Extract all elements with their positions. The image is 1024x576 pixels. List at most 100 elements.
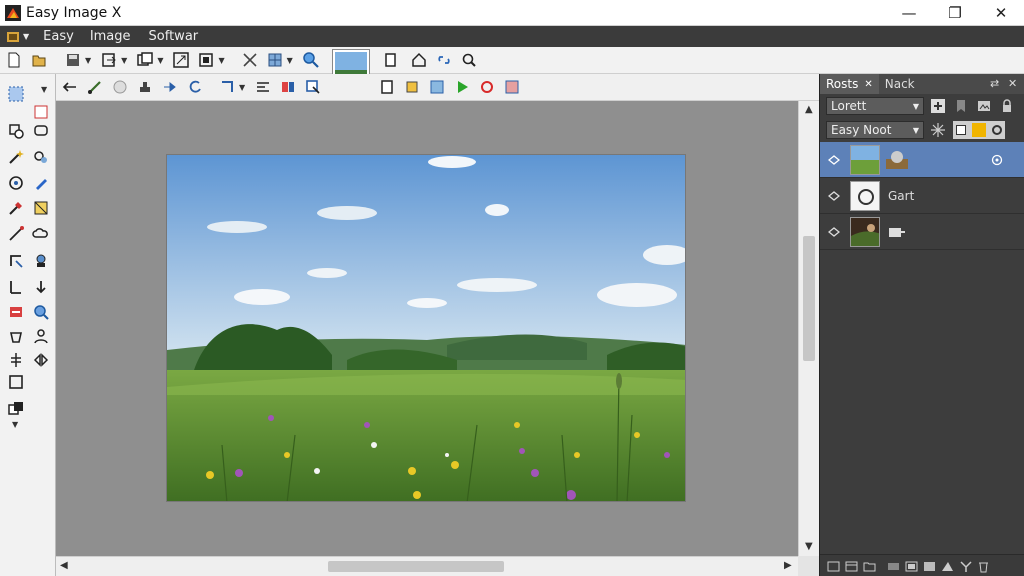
stamp-icon[interactable] [134, 76, 156, 98]
cut-icon[interactable] [239, 49, 261, 71]
settings-icon[interactable] [501, 76, 523, 98]
bucket-icon[interactable] [5, 325, 27, 347]
visibility-eye-icon[interactable] [828, 154, 840, 166]
scroll-right-icon[interactable]: ▶ [784, 560, 792, 571]
new-group-icon[interactable] [826, 559, 841, 573]
circle-shape-icon[interactable] [109, 76, 131, 98]
rectangle-tool-icon[interactable] [5, 371, 27, 393]
transform-tool-icon[interactable] [5, 250, 27, 272]
image-canvas-area[interactable] [56, 101, 798, 556]
brush-icon[interactable] [84, 76, 106, 98]
tab-rosts[interactable]: Rosts ✕ [820, 74, 879, 94]
add-layer-icon[interactable] [929, 97, 947, 115]
speech-bubble-icon[interactable] [30, 120, 52, 142]
adjust-icon[interactable] [5, 349, 27, 371]
blend-mode-dropdown[interactable]: Lorett ▼ [826, 97, 924, 115]
copy-icon[interactable] [380, 49, 402, 71]
app-menu-icon[interactable] [6, 30, 20, 44]
layer-effects-icon[interactable] [975, 97, 993, 115]
export-dropdown-icon[interactable]: ▼ [121, 56, 127, 65]
layer-row[interactable] [820, 214, 1024, 250]
heal-icon[interactable] [5, 301, 27, 323]
layer-fx-icon[interactable] [886, 223, 906, 241]
marquee-select-icon[interactable] [5, 83, 27, 105]
bookmark-icon[interactable] [952, 97, 970, 115]
zoom-tool-icon[interactable] [30, 301, 52, 323]
close-button[interactable]: ✕ [978, 0, 1024, 26]
open-file-icon[interactable] [28, 49, 50, 71]
minimize-button[interactable]: — [886, 0, 932, 26]
shape-tool-icon[interactable] [5, 172, 27, 194]
duplicate-dropdown-icon[interactable]: ▼ [157, 56, 163, 65]
app-menu-caret-icon[interactable]: ▼ [23, 32, 29, 41]
marquee-dropdown-icon[interactable]: ▼ [41, 85, 47, 94]
crop-icon[interactable] [195, 49, 217, 71]
crop-tool-icon[interactable] [30, 197, 52, 219]
mask-toggle-group[interactable] [953, 121, 1005, 139]
ruler-icon[interactable] [5, 276, 27, 298]
folder-new-icon[interactable] [862, 559, 877, 573]
person-icon[interactable] [30, 325, 52, 347]
quick-select-icon[interactable] [30, 146, 52, 168]
duplicate-icon[interactable] [134, 49, 156, 71]
scroll-down-icon[interactable]: ▼ [805, 541, 813, 552]
mask-white-icon[interactable] [956, 125, 966, 135]
menu-item-software[interactable]: Softwar [149, 29, 199, 44]
magic-wand-icon[interactable] [5, 146, 27, 168]
shape-select-dropdown-icon[interactable]: ▼ [239, 83, 245, 92]
resize-icon[interactable] [170, 49, 192, 71]
layer-row[interactable] [820, 142, 1024, 178]
mask-circle-icon[interactable] [992, 125, 1002, 135]
clone-icon[interactable] [30, 250, 52, 272]
record-icon[interactable] [476, 76, 498, 98]
scroll-up-icon[interactable]: ▲ [805, 104, 813, 115]
tab-nack[interactable]: Nack [879, 74, 921, 94]
layer-mask-icon[interactable] [884, 149, 910, 171]
layer-target-icon[interactable] [991, 154, 1003, 166]
play-icon[interactable] [451, 76, 473, 98]
zoom-icon[interactable] [300, 49, 322, 71]
mask-add-icon[interactable] [904, 559, 919, 573]
pen-tool-icon[interactable] [30, 172, 52, 194]
save-icon[interactable] [62, 49, 84, 71]
home-icon[interactable] [408, 49, 430, 71]
align-icon[interactable] [252, 76, 274, 98]
page-icon[interactable] [376, 76, 398, 98]
new-file-icon[interactable] [3, 49, 25, 71]
merge-icon[interactable] [958, 559, 973, 573]
save-dropdown-icon[interactable]: ▼ [85, 56, 91, 65]
style-icon[interactable] [940, 559, 955, 573]
line-tool-icon[interactable] [5, 223, 27, 245]
delete-layer-icon[interactable] [976, 559, 991, 573]
menu-item-easy[interactable]: Easy [43, 29, 74, 44]
link-layers-icon[interactable] [844, 559, 859, 573]
more-tools-icon[interactable]: ▼ [12, 420, 18, 429]
export-icon[interactable] [98, 49, 120, 71]
menu-item-image[interactable]: Image [90, 29, 131, 44]
tab-close-icon[interactable]: ✕ [864, 79, 872, 90]
layer-row[interactable]: Gart [820, 178, 1024, 214]
transform-icon[interactable] [264, 49, 286, 71]
move-icon[interactable] [5, 120, 27, 142]
lock-icon[interactable] [998, 97, 1016, 115]
panel-close-icon[interactable]: ✕ [1008, 77, 1017, 90]
horizontal-scroll-thumb[interactable] [328, 561, 504, 572]
rotate-icon[interactable] [184, 76, 206, 98]
pin-icon[interactable]: ⇄ [990, 77, 999, 90]
fill-layer-icon[interactable] [922, 559, 937, 573]
horizontal-scrollbar[interactable]: ◀ ▶ [56, 556, 798, 576]
scroll-left-icon[interactable]: ◀ [60, 560, 68, 571]
search-image-icon[interactable] [458, 49, 480, 71]
crop-dropdown-icon[interactable]: ▼ [218, 56, 224, 65]
arrow-down-icon[interactable] [30, 276, 52, 298]
flip-icon[interactable] [277, 76, 299, 98]
move-right-icon[interactable] [159, 76, 181, 98]
visibility-eye-icon[interactable] [828, 190, 840, 202]
highlight-icon[interactable] [401, 76, 423, 98]
mirror-icon[interactable] [30, 349, 52, 371]
folder-icon[interactable] [972, 123, 986, 137]
maximize-button[interactable]: ❐ [932, 0, 978, 26]
gallery-icon[interactable] [426, 76, 448, 98]
eyedropper-icon[interactable] [5, 197, 27, 219]
undo-arrow-icon[interactable] [59, 76, 81, 98]
